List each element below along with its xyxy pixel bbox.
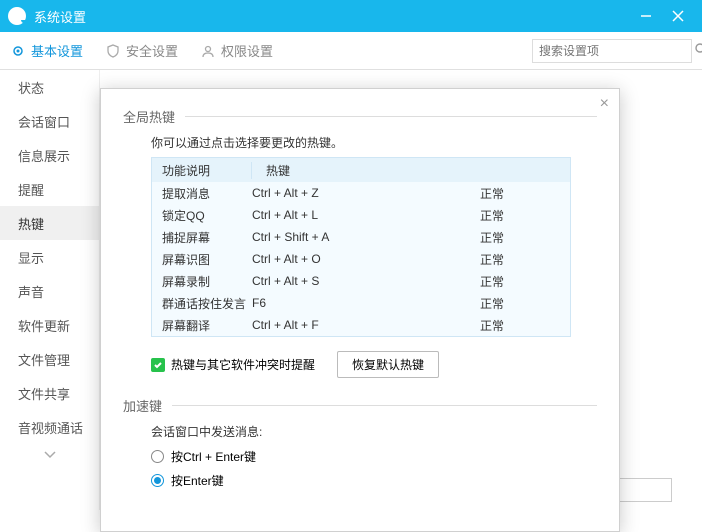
radio-label: 按Ctrl + Enter键 xyxy=(171,448,256,465)
modal-close-button[interactable]: × xyxy=(600,95,609,113)
radio-enter[interactable]: 按Enter键 xyxy=(151,472,597,489)
global-hotkeys-section: 全局热键 你可以通过点击选择要更改的热键。 功能说明 热键 提取消息 Ctrl … xyxy=(123,107,597,378)
table-row[interactable]: 提取消息 Ctrl + Alt + Z 正常 xyxy=(152,182,570,204)
send-message-label: 会话窗口中发送消息: xyxy=(151,423,597,440)
header-function: 功能说明 xyxy=(152,162,252,179)
conflict-reminder-checkbox[interactable]: 热键与其它软件冲突时提醒 xyxy=(151,356,315,373)
radio-icon xyxy=(151,450,164,463)
radio-selected-icon xyxy=(151,474,164,487)
section-title: 全局热键 xyxy=(123,107,175,126)
reset-hotkeys-button[interactable]: 恢复默认热键 xyxy=(337,351,439,378)
modal-overlay: × 全局热键 你可以通过点击选择要更改的热键。 功能说明 热键 提取消息 Ctr… xyxy=(0,32,702,510)
table-header: 功能说明 热键 xyxy=(152,158,570,182)
table-row[interactable]: 捕捉屏幕 Ctrl + Shift + A 正常 xyxy=(152,226,570,248)
hotkey-table: 功能说明 热键 提取消息 Ctrl + Alt + Z 正常 锁定QQ Ctrl… xyxy=(151,157,571,337)
window-title: 系统设置 xyxy=(34,7,630,26)
table-row[interactable]: 群通话按住发言 F6 正常 xyxy=(152,292,570,314)
titlebar: 系统设置 xyxy=(0,0,702,32)
section-description: 你可以通过点击选择要更改的热键。 xyxy=(151,134,597,151)
divider xyxy=(185,116,597,117)
app-logo-icon xyxy=(8,7,26,25)
radio-ctrl-enter[interactable]: 按Ctrl + Enter键 xyxy=(151,448,597,465)
section-title: 加速键 xyxy=(123,396,162,415)
header-hotkey: 热键 xyxy=(252,162,570,179)
radio-label: 按Enter键 xyxy=(171,472,224,489)
checkbox-label: 热键与其它软件冲突时提醒 xyxy=(171,356,315,373)
table-row[interactable]: 锁定QQ Ctrl + Alt + L 正常 xyxy=(152,204,570,226)
checkbox-checked-icon xyxy=(151,358,165,372)
table-row[interactable]: 屏幕识图 Ctrl + Alt + O 正常 xyxy=(152,248,570,270)
accelerator-section: 加速键 会话窗口中发送消息: 按Ctrl + Enter键 按Enter键 xyxy=(123,396,597,489)
minimize-button[interactable] xyxy=(630,0,662,32)
close-button[interactable] xyxy=(662,0,694,32)
table-row[interactable]: 屏幕翻译 Ctrl + Alt + F 正常 xyxy=(152,314,570,336)
divider xyxy=(172,405,597,406)
hotkey-settings-modal: × 全局热键 你可以通过点击选择要更改的热键。 功能说明 热键 提取消息 Ctr… xyxy=(100,88,620,532)
table-row[interactable]: 屏幕录制 Ctrl + Alt + S 正常 xyxy=(152,270,570,292)
